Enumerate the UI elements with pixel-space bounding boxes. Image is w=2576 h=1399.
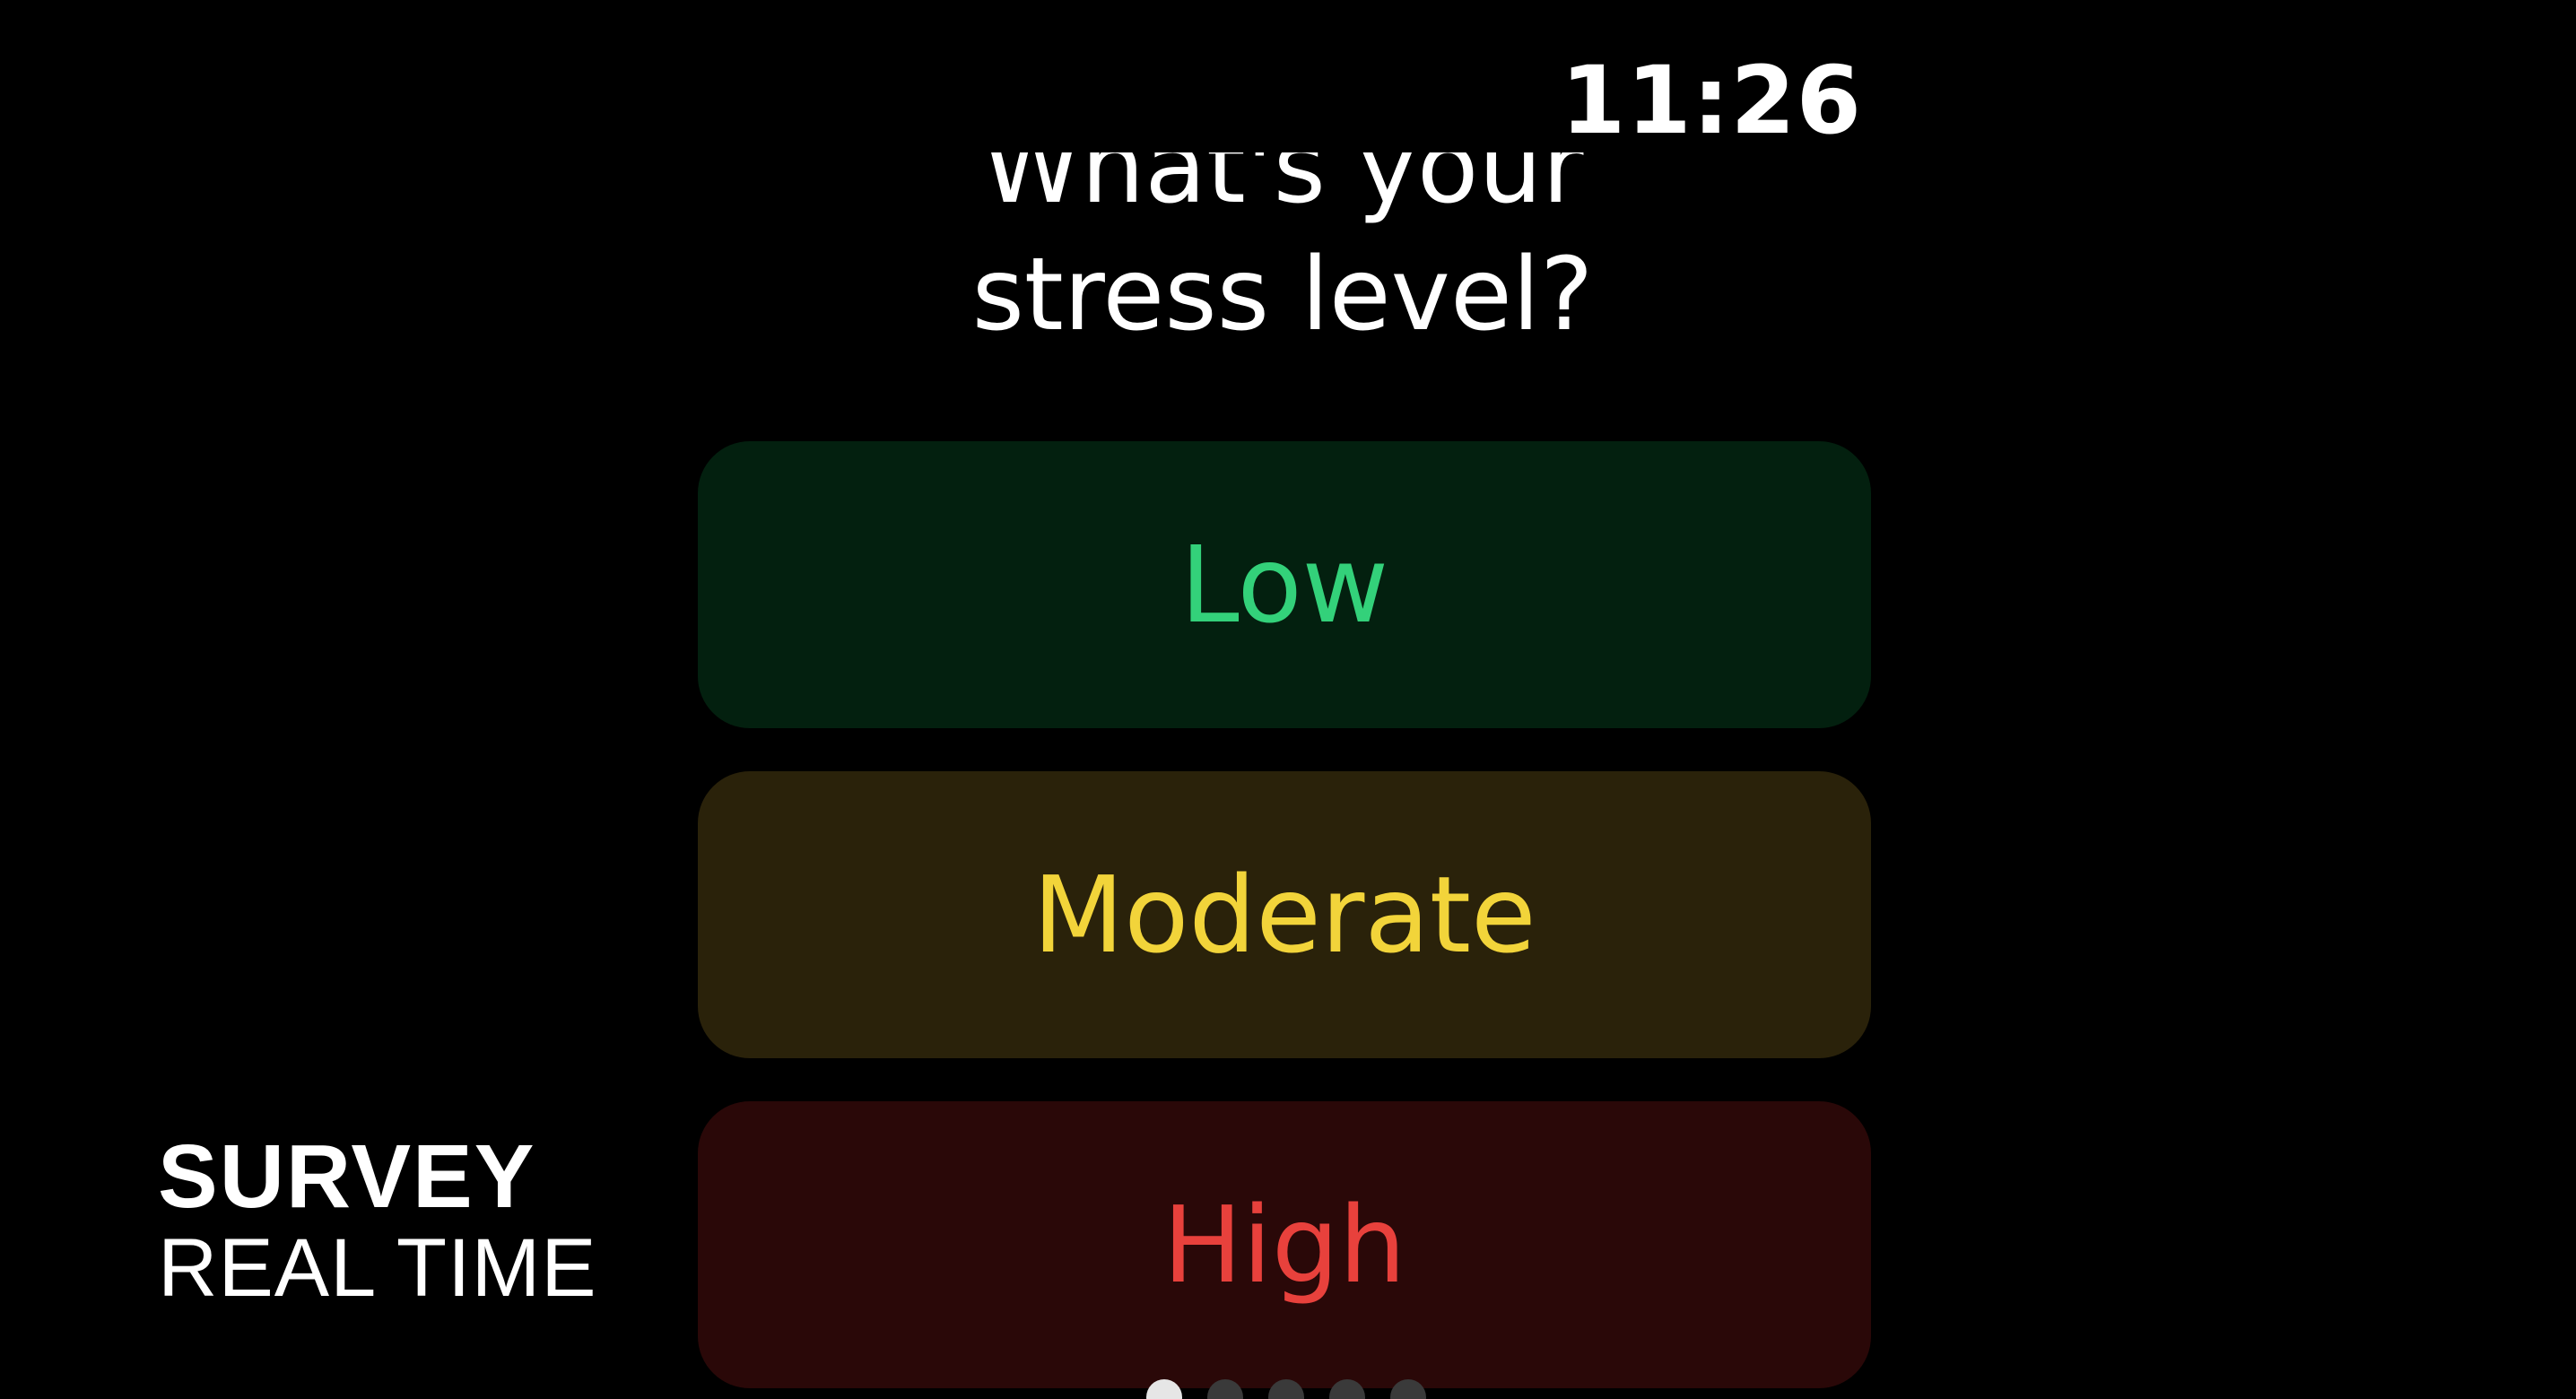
watermark-line-1: SURVEY bbox=[158, 1126, 536, 1227]
question-line-1: What's your bbox=[981, 152, 1584, 226]
page-dot bbox=[1268, 1379, 1304, 1399]
question-line-2: stress level? bbox=[971, 237, 1594, 353]
watch-screen: 11:26 What's your stress level? Low Mode… bbox=[0, 0, 2576, 1399]
watermark-logo: SURVEY REAL TIME bbox=[158, 1132, 597, 1309]
page-indicator bbox=[1146, 1379, 1426, 1399]
option-moderate-button[interactable]: Moderate bbox=[698, 771, 1871, 1058]
page-dot bbox=[1207, 1379, 1243, 1399]
question-prompt: What's your stress level? bbox=[897, 152, 1668, 395]
option-low-button[interactable]: Low bbox=[698, 441, 1871, 728]
page-dot bbox=[1146, 1379, 1182, 1399]
page-dot bbox=[1329, 1379, 1365, 1399]
page-dot bbox=[1390, 1379, 1426, 1399]
watermark-line-2: REAL TIME bbox=[158, 1222, 597, 1314]
status-time: 11:26 bbox=[1561, 46, 1863, 155]
option-high-button[interactable]: High bbox=[698, 1101, 1871, 1388]
